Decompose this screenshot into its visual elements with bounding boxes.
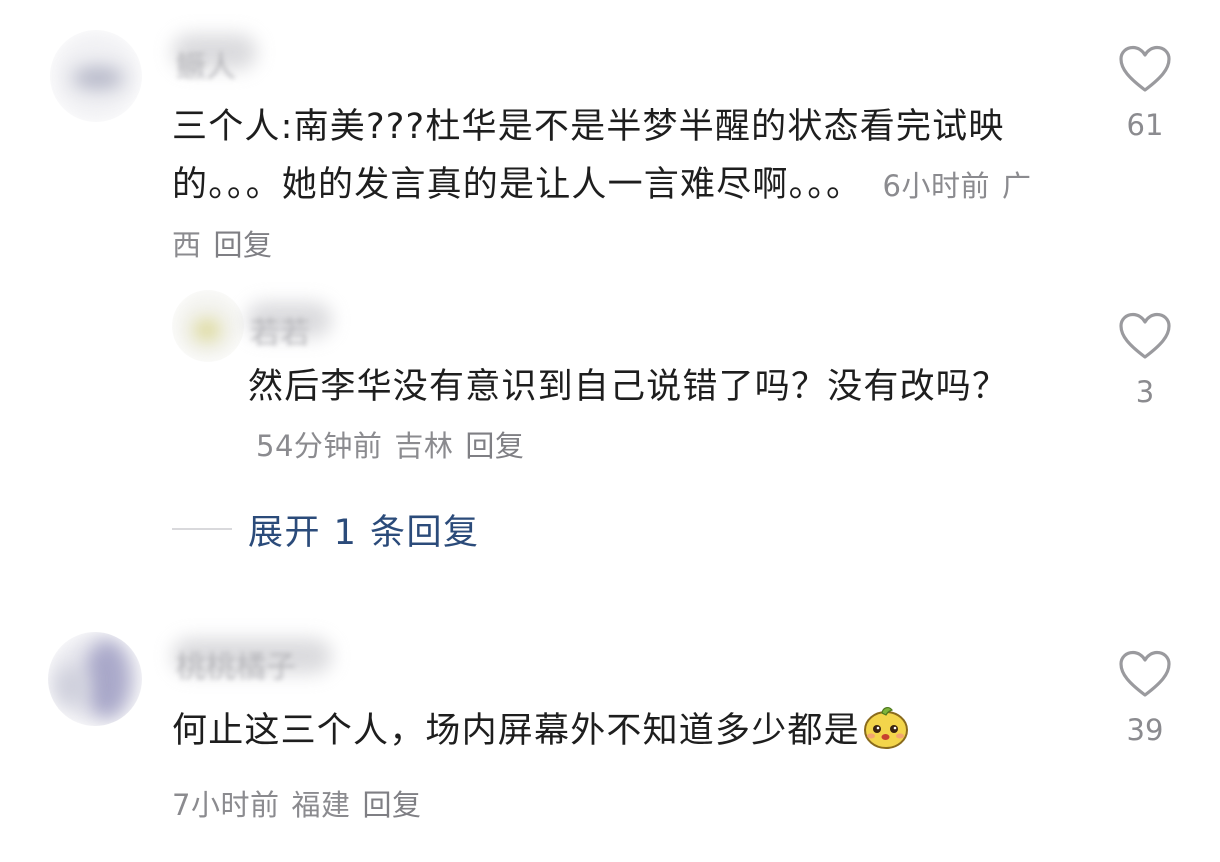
yellow-face-emoji <box>862 704 910 768</box>
reply-button[interactable]: 回复 <box>214 228 273 262</box>
comment-location: 福建 <box>291 788 351 822</box>
comment-content: 何止这三个人，场内屏幕外不知道多少都是 <box>172 711 860 751</box>
comment-location: 吉林 <box>394 429 454 463</box>
like-count: 61 <box>1126 108 1164 142</box>
reply-button[interactable]: 回复 <box>362 788 421 822</box>
comment-text: 何止这三个人，场内屏幕外不知道多少都是 7小时前 福建 回复 <box>172 702 1052 834</box>
avatar[interactable] <box>50 30 142 122</box>
comment-content: 然后李华没有意识到自己说错了吗？没有改吗？ <box>248 367 1009 407</box>
expand-divider <box>172 528 232 530</box>
expand-replies-button[interactable]: 展开 1 条回复 <box>172 505 480 553</box>
like-button[interactable]: 61 <box>1110 44 1180 142</box>
reply-button[interactable]: 回复 <box>465 429 524 463</box>
avatar[interactable] <box>48 632 142 726</box>
comment-meta: 54分钟前 吉林 回复 <box>248 429 536 463</box>
comment-text: 三个人:南美???杜华是不是半梦半醒的状态看完试映的。。。她的发言真的是让人一言… <box>172 98 1052 274</box>
like-count: 39 <box>1126 713 1164 747</box>
like-count: 3 <box>1135 375 1155 409</box>
like-button[interactable]: 39 <box>1110 649 1180 747</box>
heart-outline-icon <box>1119 45 1171 92</box>
comment-time: 7小时前 <box>172 788 280 822</box>
username[interactable]: 桃桃橘子 <box>176 642 296 686</box>
comment-time: 6小时前 <box>882 169 990 203</box>
like-button[interactable]: 3 <box>1110 311 1180 409</box>
username[interactable]: 若若 <box>250 308 310 352</box>
avatar[interactable] <box>172 290 244 362</box>
comment-time: 54分钟前 <box>256 429 383 463</box>
expand-replies-label[interactable]: 展开 1 条回复 <box>248 504 480 555</box>
comment-text: 然后李华没有意识到自己说错了吗？没有改吗？ 54分钟前 吉林 回复 <box>248 358 1058 475</box>
heart-outline-icon <box>1119 312 1171 359</box>
comment-meta: 7小时前 福建 回复 <box>172 776 1052 834</box>
username[interactable]: 鳜人 <box>176 42 236 86</box>
heart-outline-icon <box>1119 650 1171 697</box>
